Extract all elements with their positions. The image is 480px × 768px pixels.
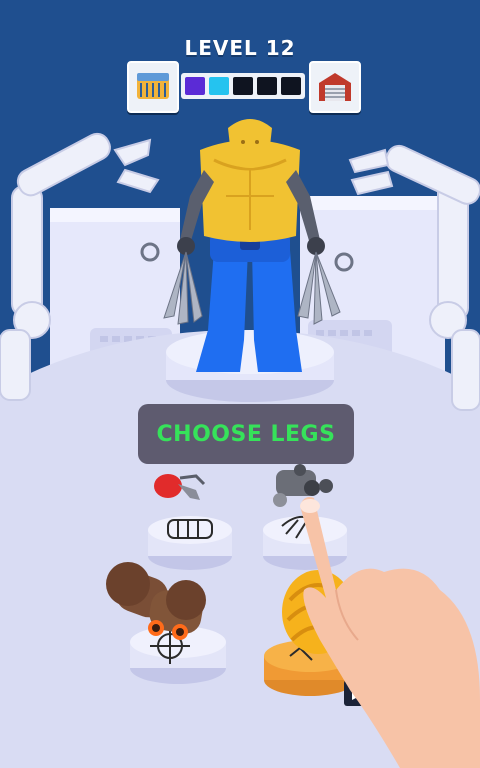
choose-legs-label: CHOOSE LEGS [156,421,336,447]
level-progress [127,61,361,113]
stage-steps [181,73,305,99]
step-3 [233,77,253,95]
step-4 [257,77,277,95]
lab-cage-icon [137,73,169,99]
game-scene [0,0,480,768]
level-title: LEVEL 12 [184,36,296,60]
choose-legs-banner: CHOOSE LEGS [138,404,354,464]
garage-stage-badge [309,61,361,113]
step-5 [281,77,301,95]
step-1 [185,77,205,95]
garage-icon [319,73,351,101]
step-2 [209,77,229,95]
lab-stage-badge [127,61,179,113]
